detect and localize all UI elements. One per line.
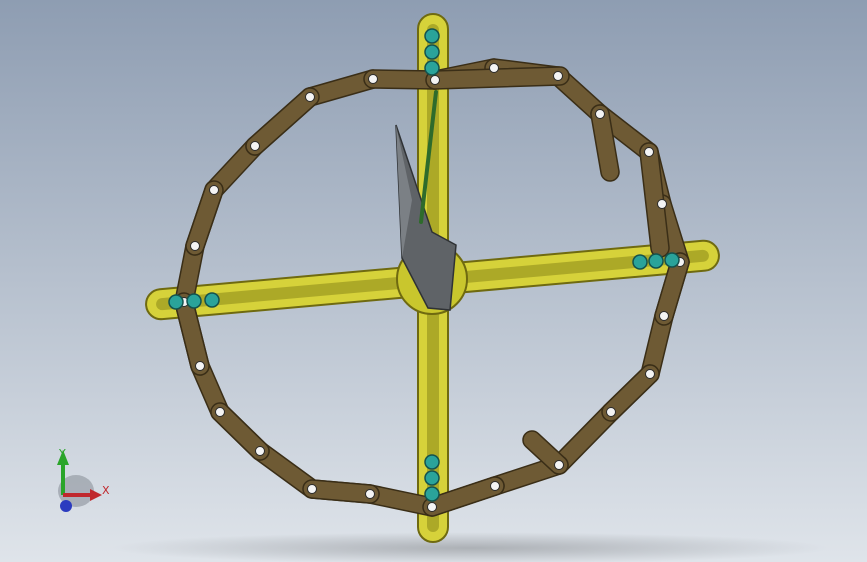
rail-slider-pin[interactable]	[664, 252, 680, 268]
pin-hole	[430, 75, 440, 85]
y-axis-label: Y	[58, 447, 66, 460]
rail-slider-pin[interactable]	[424, 470, 440, 486]
rail-slider-pin[interactable]	[648, 253, 664, 269]
rail-slider-pin[interactable]	[168, 294, 184, 310]
cad-viewport[interactable]: Y X	[0, 0, 867, 562]
pin-hole	[606, 407, 616, 417]
pin-hole	[645, 369, 655, 379]
pin-hole	[250, 141, 260, 151]
pin-hole	[307, 484, 317, 494]
pin-hole	[195, 361, 205, 371]
pin-hole	[365, 489, 375, 499]
rail-slider-pin[interactable]	[424, 60, 440, 76]
pin-hole	[305, 92, 315, 102]
rail-slider-pin[interactable]	[204, 292, 220, 308]
rail-slider-pin[interactable]	[424, 28, 440, 44]
pin-hole	[553, 71, 563, 81]
rail-slider-pin[interactable]	[186, 293, 202, 309]
pin-hole	[368, 74, 378, 84]
pin-hole	[657, 199, 667, 209]
rail-slider-pin[interactable]	[424, 44, 440, 60]
rail-slider-pin[interactable]	[424, 454, 440, 470]
pin-hole	[644, 147, 654, 157]
pin-hole	[489, 63, 499, 73]
rail-slider-pin[interactable]	[632, 254, 648, 270]
z-axis-icon	[60, 500, 72, 512]
pin-hole	[215, 407, 225, 417]
pin-hole	[659, 311, 669, 321]
pin-hole	[595, 109, 605, 119]
pin-hole	[209, 185, 219, 195]
pin-hole	[255, 446, 265, 456]
x-axis-label: X	[102, 484, 110, 497]
pin-hole	[554, 460, 564, 470]
pin-hole	[427, 502, 437, 512]
pin-hole	[490, 481, 500, 491]
rail-slider-pin[interactable]	[424, 486, 440, 502]
pin-hole	[190, 241, 200, 251]
